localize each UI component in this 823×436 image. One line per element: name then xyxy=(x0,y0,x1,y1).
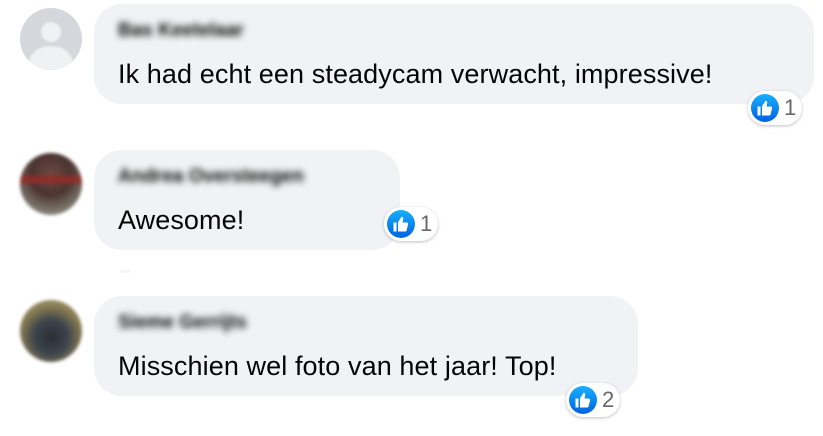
like-count: 2 xyxy=(602,387,615,412)
comment-author[interactable]: Andrea Oversteegen xyxy=(118,166,304,188)
reaction-summary[interactable]: 1 xyxy=(748,91,803,125)
avatar[interactable] xyxy=(20,8,82,70)
divider xyxy=(120,270,130,273)
comment-text: Misschien wel foto van het jaar! Top! xyxy=(118,351,557,381)
like-count: 1 xyxy=(784,95,797,120)
avatar[interactable] xyxy=(20,300,82,362)
like-count: 1 xyxy=(420,211,433,236)
comment-bubble: Andrea Oversteegen Awesome! xyxy=(94,150,400,250)
thumbs-up-icon xyxy=(751,94,779,122)
default-user-icon xyxy=(41,22,61,42)
reaction-summary[interactable]: 2 xyxy=(566,383,621,417)
comment-text: Awesome! xyxy=(118,205,245,235)
comment-bubble: Sieme Gerrijts Misschien wel foto van he… xyxy=(94,296,638,396)
thumbs-up-icon xyxy=(569,386,597,414)
reaction-summary[interactable]: 1 xyxy=(384,207,439,241)
avatar[interactable] xyxy=(20,153,82,215)
comment-bubble: Bas Keetelaar Ik had echt een steadycam … xyxy=(94,4,814,104)
comment-author[interactable]: Sieme Gerrijts xyxy=(118,312,247,334)
comment-text: Ik had echt een steadycam verwacht, impr… xyxy=(118,59,713,89)
comment-author[interactable]: Bas Keetelaar xyxy=(118,20,244,42)
thumbs-up-icon xyxy=(387,210,415,238)
